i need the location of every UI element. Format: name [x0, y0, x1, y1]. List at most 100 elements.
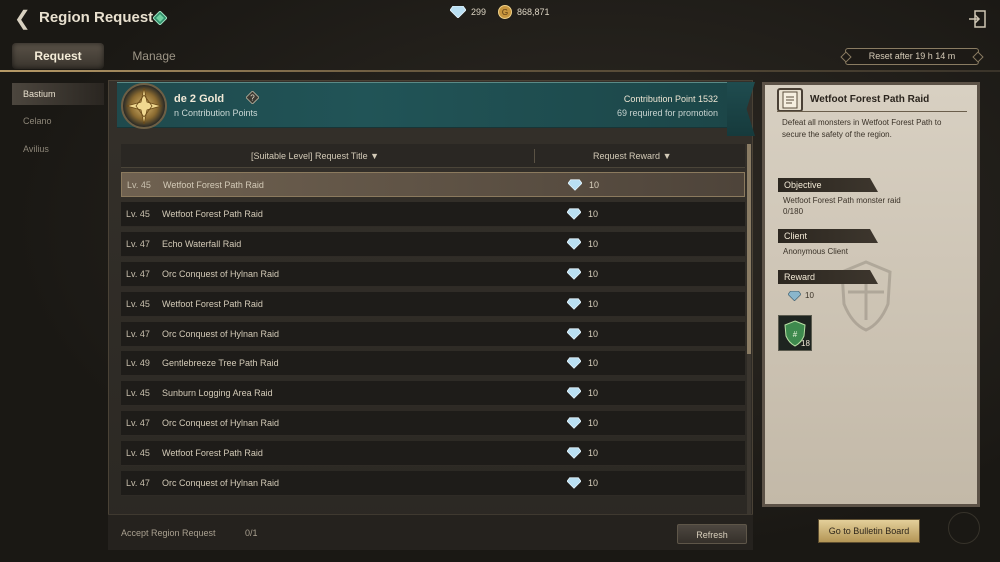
row-level: Lv. 45	[127, 180, 151, 190]
column-header-title-label: [Suitable Level] Request Title	[251, 151, 368, 161]
diamond-icon	[567, 208, 581, 220]
objective-text: Wetfoot Forest Path monster raid	[783, 196, 901, 205]
diamond-currency: 299	[450, 4, 486, 20]
sort-down-icon: ▼	[370, 151, 380, 161]
tab-request[interactable]: Request	[12, 43, 104, 69]
table-row[interactable]: Lv. 47 Echo Waterfall Raid 10	[121, 231, 745, 257]
row-level: Lv. 45	[126, 298, 150, 309]
row-reward: 10	[588, 328, 599, 339]
diamond-icon	[567, 238, 581, 250]
client-heading: Client	[778, 229, 878, 243]
table-row[interactable]: Lv. 47 Orc Conquest of Hylnan Raid 10	[121, 321, 745, 347]
column-header-reward-label: Request Reward	[593, 151, 661, 161]
contribution-points: Contribution Point 1532	[623, 94, 718, 104]
accept-label: Accept Region Request	[121, 528, 216, 538]
table-row[interactable]: Lv. 45 Wetfoot Forest Path Raid 10	[121, 201, 745, 227]
diamond-icon	[567, 417, 581, 429]
row-reward: 10	[588, 418, 599, 429]
row-level: Lv. 49	[126, 358, 150, 369]
row-title: Wetfoot Forest Path Raid	[162, 208, 263, 219]
column-header-reward[interactable]: Request Reward ▼	[593, 144, 671, 168]
grade-emblem-icon	[121, 83, 167, 129]
row-level: Lv. 45	[126, 448, 150, 459]
row-level: Lv. 45	[126, 208, 150, 219]
page-title: Region Request	[39, 9, 154, 26]
accept-count: 0/1	[245, 528, 258, 538]
info-icon[interactable]: ?	[246, 91, 259, 104]
row-reward: 10	[588, 448, 599, 459]
reward-item-quantity: 18	[801, 339, 810, 348]
column-separator	[534, 149, 535, 163]
row-reward: 10	[588, 298, 599, 309]
row-title: Wetfoot Forest Path Raid	[163, 180, 264, 190]
diamond-count: 299	[471, 7, 487, 17]
crest-watermark-icon	[840, 260, 892, 332]
row-reward: 10	[588, 268, 599, 279]
back-arrow-icon[interactable]: ❮	[14, 8, 32, 30]
diamond-icon	[567, 327, 581, 340]
table-header: [Suitable Level] Request Title ▼ Request…	[121, 144, 745, 168]
diamond-icon	[567, 297, 581, 310]
row-reward: 10	[588, 478, 599, 488]
table-row[interactable]: Lv. 47 Orc Conquest of Hylnan Raid 10	[121, 471, 745, 496]
diamond-icon	[567, 387, 581, 400]
row-level: Lv. 47	[126, 478, 150, 488]
sort-down-icon: ▼	[662, 151, 672, 161]
table-row[interactable]: Lv. 45 Wetfoot Forest Path Raid 10	[121, 441, 745, 467]
sidebar-item-avilius[interactable]: Avilius	[12, 138, 104, 160]
objective-progress: 0/180	[783, 207, 804, 216]
reward-heading: Reward	[778, 270, 878, 284]
row-title: Orc Conquest of Hylnan Raid	[162, 328, 280, 339]
top-bar: ❮ Region Request 299 G 868,871	[0, 0, 1000, 38]
gold-currency: G 868,871	[498, 4, 550, 20]
table-row[interactable]: Lv. 47 Orc Conquest of Hylnan Raid 10	[121, 261, 745, 287]
row-title: Orc Conquest of Hylnan Raid	[162, 478, 280, 488]
exit-icon[interactable]	[968, 10, 986, 28]
table-row[interactable]: Lv. 49 Gentlebreeze Tree Path Raid 10	[121, 351, 745, 377]
compass-icon	[948, 512, 980, 544]
row-level: Lv. 47	[126, 238, 150, 249]
diamond-icon	[567, 357, 581, 370]
table-row[interactable]: Lv. 47 Orc Conquest of Hylnan Raid 10	[121, 411, 745, 437]
grade-gem-icon	[153, 11, 167, 25]
go-to-bulletin-board-button[interactable]: Go to Bulletin Board	[818, 519, 920, 543]
request-list: Lv. 45 Wetfoot Forest Path Raid 10 Lv. 45 We…	[121, 172, 745, 512]
column-header-title[interactable]: [Suitable Level] Request Title ▼	[251, 144, 379, 168]
detail-description: Defeat all monsters in Wetfoot Forest Pa…	[782, 118, 942, 139]
scroll-icon	[777, 88, 803, 112]
tab-manage[interactable]: Manage	[112, 43, 196, 69]
row-reward: 10	[588, 238, 599, 249]
row-title: Orc Conquest of Hylnan Raid	[162, 268, 280, 279]
reset-timer: Reset after 19 h 14 m	[845, 48, 979, 65]
table-row[interactable]: Lv. 45 Wetfoot Forest Path Raid 10	[121, 172, 745, 197]
row-level: Lv. 47	[126, 268, 150, 279]
svg-text:#: #	[793, 330, 798, 339]
row-title: Sunburn Logging Area Raid	[162, 388, 273, 399]
gold-coin-icon: G	[498, 5, 512, 19]
diamond-icon	[567, 268, 581, 280]
row-title: Wetfoot Forest Path Raid	[162, 298, 263, 309]
svg-text:G: G	[502, 8, 508, 17]
detail-divider	[777, 111, 967, 112]
grade-subtitle: n Contribution Points	[174, 108, 258, 118]
row-reward: 10	[588, 358, 599, 369]
reward-value: 10	[805, 291, 814, 300]
detail-title: Wetfoot Forest Path Raid	[810, 94, 930, 105]
grade-title: de 2 Gold	[174, 93, 225, 105]
row-level: Lv. 45	[126, 388, 150, 399]
refresh-button[interactable]: Refresh	[677, 524, 747, 544]
row-reward: 10	[588, 208, 599, 219]
row-level: Lv. 47	[126, 328, 150, 339]
sidebar-item-celano[interactable]: Celano	[12, 110, 104, 132]
table-row[interactable]: Lv. 45 Wetfoot Forest Path Raid 10	[121, 291, 745, 317]
row-reward: 10	[588, 388, 599, 399]
row-title: Gentlebreeze Tree Path Raid	[162, 358, 279, 369]
gold-count: 868,871	[517, 7, 550, 17]
sidebar-item-bastium[interactable]: Bastium	[12, 83, 104, 105]
row-title: Echo Waterfall Raid	[162, 238, 242, 249]
table-row[interactable]: Lv. 45 Sunburn Logging Area Raid 10	[121, 381, 745, 407]
scrollbar-thumb[interactable]	[747, 144, 751, 354]
diamond-icon	[788, 291, 801, 301]
client-name: Anonymous Client	[783, 247, 848, 256]
diamond-icon	[568, 179, 582, 191]
